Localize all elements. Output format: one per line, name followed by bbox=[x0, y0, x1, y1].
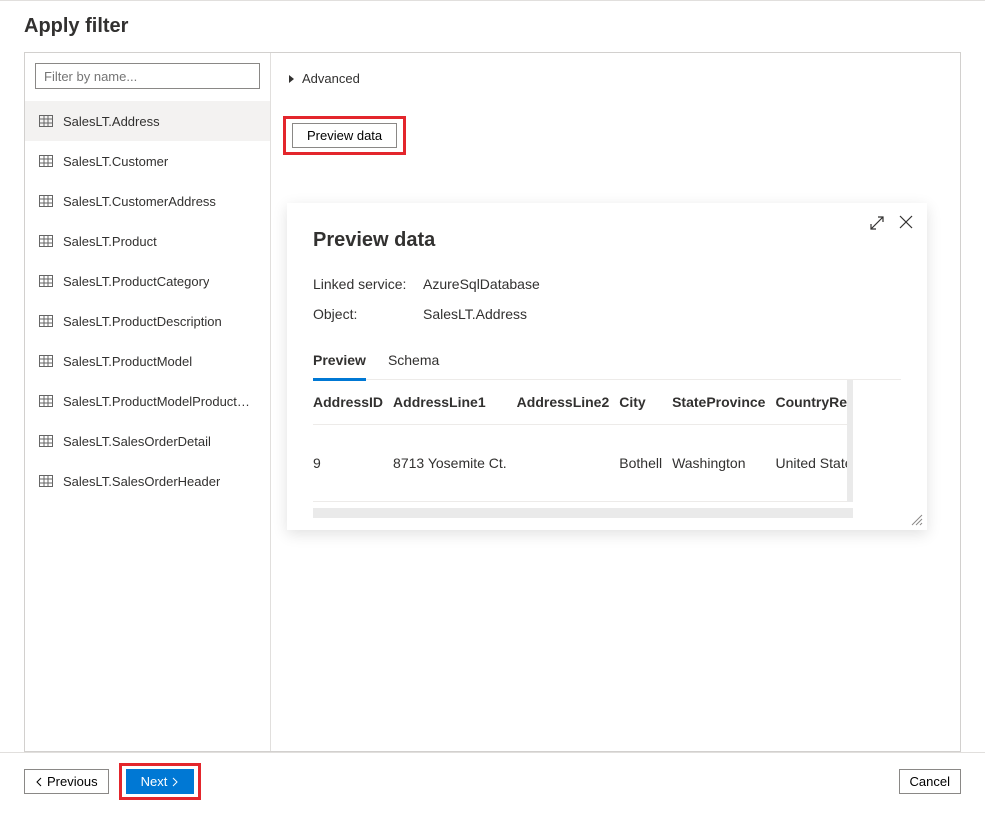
table-cell: 8713 Yosemite Ct. bbox=[393, 425, 517, 502]
table-item-label: SalesLT.ProductModelProductDe... bbox=[63, 394, 256, 409]
preview-data-card: Preview data Linked service: AzureSqlDat… bbox=[287, 203, 927, 530]
linked-service-label: Linked service: bbox=[313, 276, 423, 292]
linked-service-value: AzureSqlDatabase bbox=[423, 276, 540, 292]
table-list: SalesLT.Address SalesLT.Customer SalesLT.C… bbox=[25, 95, 270, 751]
table-item[interactable]: SalesLT.Product bbox=[25, 221, 270, 261]
object-value: SalesLT.Address bbox=[423, 306, 527, 322]
table-icon bbox=[39, 275, 53, 287]
table-icon bbox=[39, 435, 53, 447]
table-item[interactable]: SalesLT.SalesOrderHeader bbox=[25, 461, 270, 501]
table-item-label: SalesLT.ProductCategory bbox=[63, 274, 209, 289]
chevron-right-icon bbox=[289, 71, 294, 86]
horizontal-scrollbar[interactable] bbox=[313, 508, 853, 518]
preview-card-title: Preview data bbox=[313, 229, 901, 252]
column-header[interactable]: AddressLine1 bbox=[393, 380, 517, 425]
table-item-label: SalesLT.Product bbox=[63, 234, 157, 249]
preview-tabs: Preview Schema bbox=[313, 344, 901, 380]
table-item[interactable]: SalesLT.ProductDescription bbox=[25, 301, 270, 341]
table-icon bbox=[39, 395, 53, 407]
expand-icon[interactable] bbox=[869, 215, 885, 231]
table-item[interactable]: SalesLT.ProductModel bbox=[25, 341, 270, 381]
table-cell: Bothell bbox=[619, 425, 672, 502]
table-item-label: SalesLT.Customer bbox=[63, 154, 168, 169]
next-button[interactable]: Next bbox=[126, 769, 195, 794]
next-button-label: Next bbox=[141, 774, 168, 789]
wizard-footer: Previous Next Cancel bbox=[0, 752, 985, 810]
chevron-left-icon bbox=[35, 777, 43, 787]
table-cell bbox=[517, 425, 620, 502]
object-label: Object: bbox=[313, 306, 423, 322]
sidebar: SalesLT.Address SalesLT.Customer SalesLT.C… bbox=[25, 53, 271, 751]
column-header[interactable]: StateProvince bbox=[672, 380, 775, 425]
table-icon bbox=[39, 355, 53, 367]
table-icon bbox=[39, 195, 53, 207]
table-item[interactable]: SalesLT.Address bbox=[25, 101, 270, 141]
cancel-button[interactable]: Cancel bbox=[899, 769, 961, 794]
column-header[interactable]: AddressLine2 bbox=[517, 380, 620, 425]
previous-button-label: Previous bbox=[47, 774, 98, 789]
table-cell: United State bbox=[775, 425, 853, 502]
tab-schema[interactable]: Schema bbox=[388, 344, 439, 379]
table-item-label: SalesLT.Address bbox=[63, 114, 160, 129]
preview-data-button[interactable]: Preview data bbox=[292, 123, 397, 148]
table-item-label: SalesLT.ProductDescription bbox=[63, 314, 222, 329]
table-item[interactable]: SalesLT.CustomerAddress bbox=[25, 181, 270, 221]
table-item[interactable]: SalesLT.ProductModelProductDe... bbox=[25, 381, 270, 421]
table-cell: 9 bbox=[313, 425, 393, 502]
column-header[interactable]: AddressID bbox=[313, 380, 393, 425]
table-item-label: SalesLT.CustomerAddress bbox=[63, 194, 216, 209]
page-title: Apply filter bbox=[0, 1, 985, 52]
chevron-right-icon bbox=[171, 777, 179, 787]
preview-data-table: AddressIDAddressLine1AddressLine2CitySta… bbox=[313, 380, 853, 502]
close-icon[interactable] bbox=[899, 215, 913, 231]
advanced-toggle[interactable]: Advanced bbox=[287, 71, 944, 86]
content-panel: SalesLT.Address SalesLT.Customer SalesLT.C… bbox=[24, 52, 961, 752]
column-header[interactable]: City bbox=[619, 380, 672, 425]
table-item[interactable]: SalesLT.Customer bbox=[25, 141, 270, 181]
advanced-label: Advanced bbox=[302, 71, 360, 86]
resize-grip-icon[interactable] bbox=[909, 512, 923, 526]
column-header[interactable]: CountryReg bbox=[775, 380, 853, 425]
table-icon bbox=[39, 235, 53, 247]
previous-button[interactable]: Previous bbox=[24, 769, 109, 794]
table-item-label: SalesLT.ProductModel bbox=[63, 354, 192, 369]
table-item[interactable]: SalesLT.SalesOrderDetail bbox=[25, 421, 270, 461]
highlight-preview-data: Preview data bbox=[283, 116, 406, 155]
table-item-label: SalesLT.SalesOrderHeader bbox=[63, 474, 220, 489]
tab-preview[interactable]: Preview bbox=[313, 344, 366, 381]
table-icon bbox=[39, 155, 53, 167]
filter-by-name-input[interactable] bbox=[35, 63, 260, 89]
main-area: Advanced Preview data bbox=[271, 53, 960, 751]
table-item-label: SalesLT.SalesOrderDetail bbox=[63, 434, 211, 449]
table-item[interactable]: SalesLT.ProductCategory bbox=[25, 261, 270, 301]
table-cell: Washington bbox=[672, 425, 775, 502]
highlight-next: Next bbox=[119, 763, 202, 800]
table-icon bbox=[39, 475, 53, 487]
table-row: 98713 Yosemite Ct. BothellWashingtonUnite… bbox=[313, 425, 853, 502]
table-icon bbox=[39, 315, 53, 327]
table-icon bbox=[39, 115, 53, 127]
